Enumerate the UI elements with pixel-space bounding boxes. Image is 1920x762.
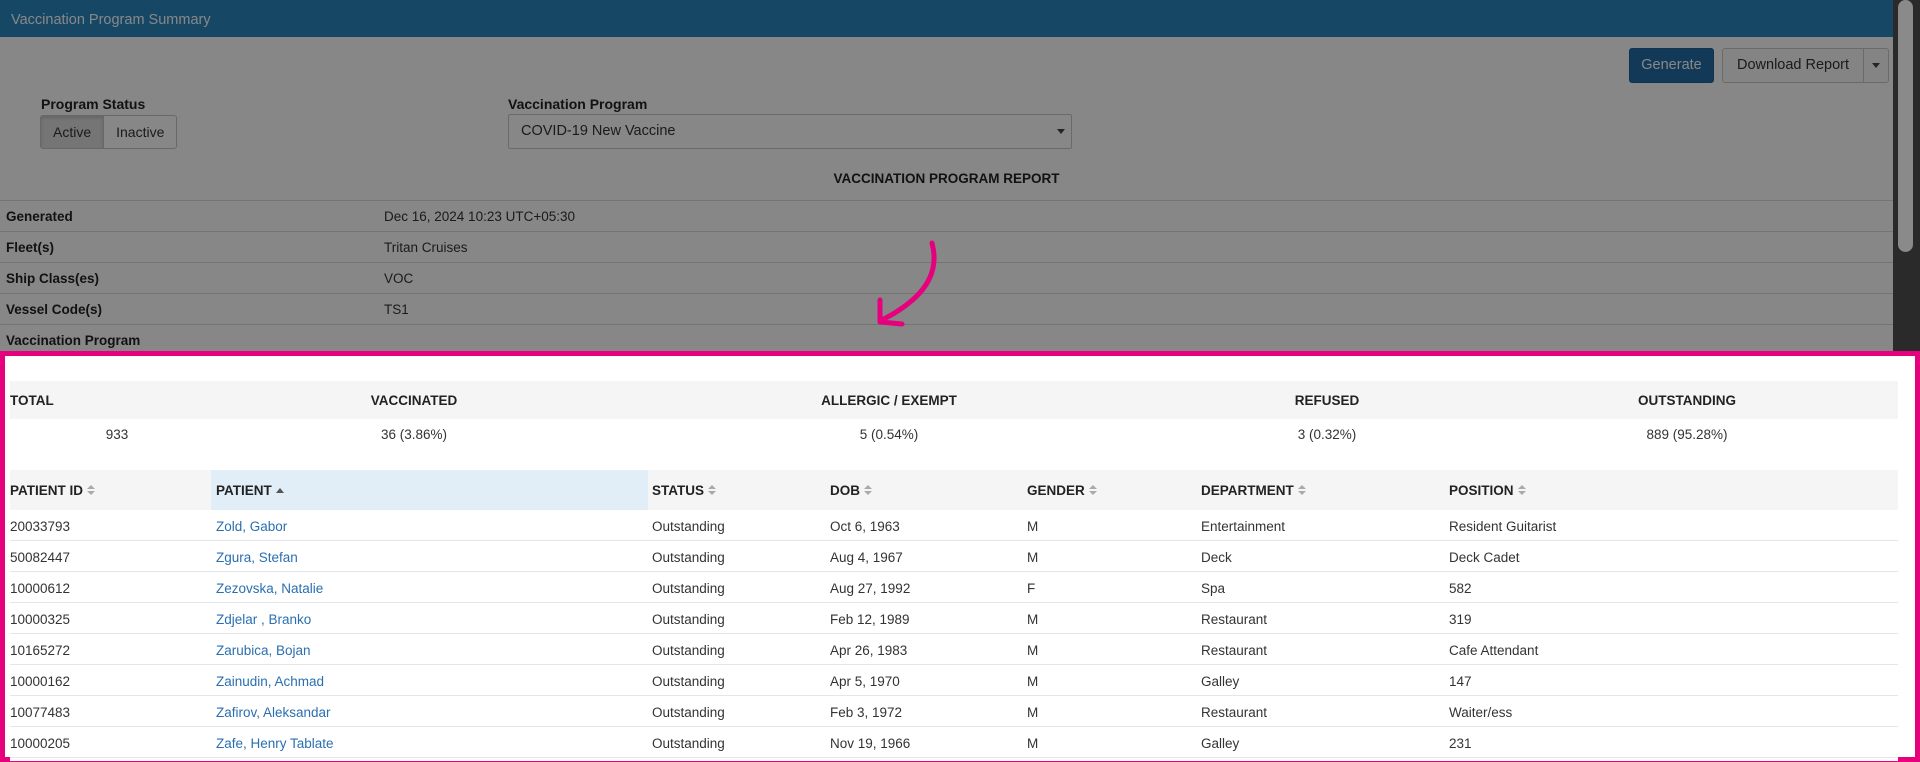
patient-id-cell: 50082447	[10, 550, 71, 565]
dob-cell: Aug 27, 1992	[830, 581, 911, 596]
position-cell: 231	[1449, 736, 1472, 751]
position-cell: 582	[1449, 581, 1472, 596]
position-cell: 319	[1449, 612, 1472, 627]
dob-cell: Feb 3, 1972	[830, 705, 903, 720]
column-status[interactable]: STATUS	[652, 470, 716, 510]
patient-name-link[interactable]: Zarubica, Bojan	[216, 643, 311, 658]
highlighted-report-section: TOTAL VACCINATED ALLERGIC / EXEMPT REFUS…	[0, 351, 1920, 762]
dob-cell: Apr 26, 1983	[830, 643, 908, 658]
status-cell: Outstanding	[652, 519, 725, 534]
table-row: 10165272 Zarubica, Bojan Outstanding Apr…	[10, 634, 1898, 665]
gender-cell: M	[1027, 519, 1039, 534]
summary-header-refused: REFUSED	[1294, 393, 1360, 408]
patient-id-cell: 10000162	[10, 674, 71, 689]
summary-value-vaccinated: 36 (3.86%)	[380, 427, 448, 442]
dob-cell: Nov 19, 1966	[830, 736, 911, 751]
patient-id-cell: 10077483	[10, 705, 71, 720]
patient-name-link[interactable]: Zold, Gabor	[216, 519, 287, 534]
dob-cell: Oct 6, 1963	[830, 519, 900, 534]
sort-ascending-icon	[275, 488, 284, 493]
department-cell: Entertainment	[1201, 519, 1286, 534]
status-cell: Outstanding	[652, 550, 725, 565]
department-cell: Spa	[1201, 581, 1226, 596]
department-cell: Restaurant	[1201, 643, 1268, 658]
status-cell: Outstanding	[652, 643, 725, 658]
gender-cell: M	[1027, 643, 1039, 658]
patient-name-link[interactable]: Zainudin, Achmad	[216, 674, 324, 689]
column-patient-id[interactable]: PATIENT ID	[10, 470, 210, 510]
patient-name-link[interactable]: Zdjelar , Branko	[216, 612, 311, 627]
dob-cell: Aug 4, 1967	[830, 550, 903, 565]
gender-cell: M	[1027, 705, 1039, 720]
table-row: 10000612 Zezovska, Natalie Outstanding A…	[10, 572, 1898, 603]
summary-header-outstanding: OUTSTANDING	[1638, 393, 1736, 408]
gender-cell: M	[1027, 612, 1039, 627]
sort-icon	[1517, 485, 1526, 496]
dob-cell: Feb 12, 1989	[830, 612, 910, 627]
sort-icon	[864, 485, 872, 496]
gender-cell: M	[1027, 550, 1039, 565]
table-row: 10000325 Zdjelar , Branko Outstanding Fe…	[10, 603, 1898, 634]
status-cell: Outstanding	[652, 581, 725, 596]
table-row: 10077483 Zafirov, Aleksandar Outstanding…	[10, 696, 1898, 727]
position-cell: Cafe Attendant	[1449, 643, 1539, 658]
patient-id-cell: 10000325	[10, 612, 71, 627]
status-cell: Outstanding	[652, 705, 725, 720]
summary-value-total: 933	[105, 427, 129, 442]
summary-header-vaccinated: VACCINATED	[370, 393, 458, 408]
position-cell: Waiter/ess	[1449, 705, 1513, 720]
patient-id-cell: 20033793	[10, 519, 71, 534]
annotation-arrow	[877, 240, 937, 327]
sort-icon	[87, 485, 95, 496]
department-cell: Restaurant	[1201, 612, 1268, 627]
column-dob[interactable]: DOB	[830, 470, 872, 510]
status-cell: Outstanding	[652, 674, 725, 689]
summary-header-allergic: ALLERGIC / EXEMPT	[821, 393, 957, 408]
summary-value-allergic: 5 (0.54%)	[859, 427, 919, 442]
summary-header-total: TOTAL	[10, 393, 54, 408]
patient-name-link[interactable]: Zgura, Stefan	[216, 550, 298, 565]
dob-cell: Apr 5, 1970	[830, 674, 900, 689]
patients-table-header: PATIENT ID PATIENT STATUS DOB GENDER DEP…	[10, 470, 1898, 510]
sort-icon	[1088, 485, 1097, 496]
patient-name-link[interactable]: Zafe, Henry Tablate	[216, 736, 334, 751]
department-cell: Galley	[1201, 674, 1240, 689]
scrollbar-thumb[interactable]	[1898, 0, 1913, 252]
table-row: 20033793 Zold, Gabor Outstanding Oct 6, …	[10, 510, 1898, 541]
gender-cell: F	[1027, 581, 1036, 596]
status-cell: Outstanding	[652, 612, 725, 627]
column-position[interactable]: POSITION	[1449, 470, 1526, 510]
report-content: TOTAL VACCINATED ALLERGIC / EXEMPT REFUS…	[10, 361, 1898, 761]
position-cell: Deck Cadet	[1449, 550, 1520, 565]
table-row: 50082447 Zgura, Stefan Outstanding Aug 4…	[10, 541, 1898, 572]
summary-value-refused: 3 (0.32%)	[1297, 427, 1357, 442]
department-cell: Deck	[1201, 550, 1232, 565]
position-cell: Resident Guitarist	[1449, 519, 1557, 534]
patient-name-link[interactable]: Zezovska, Natalie	[216, 581, 323, 596]
patient-id-cell: 10165272	[10, 643, 71, 658]
summary-header-row: TOTAL VACCINATED ALLERGIC / EXEMPT REFUS…	[10, 381, 1898, 419]
patient-id-cell: 10000205	[10, 736, 71, 751]
column-department[interactable]: DEPARTMENT	[1201, 470, 1306, 510]
sort-icon	[1297, 485, 1306, 496]
sort-icon	[708, 485, 716, 496]
patient-name-link[interactable]: Zafirov, Aleksandar	[216, 705, 331, 720]
table-row: 10000205 Zafe, Henry Tablate Outstanding…	[10, 727, 1898, 758]
position-cell: 147	[1449, 674, 1472, 689]
column-patient[interactable]: PATIENT	[211, 470, 648, 510]
status-cell: Outstanding	[652, 736, 725, 751]
gender-cell: M	[1027, 736, 1039, 751]
patient-id-cell: 10000612	[10, 581, 71, 596]
gender-cell: M	[1027, 674, 1039, 689]
department-cell: Restaurant	[1201, 705, 1268, 720]
table-row: 10000162 Zainudin, Achmad Outstanding Ap…	[10, 665, 1898, 696]
summary-value-outstanding: 889 (95.28%)	[1646, 427, 1728, 442]
column-gender[interactable]: GENDER	[1027, 470, 1097, 510]
department-cell: Galley	[1201, 736, 1240, 751]
